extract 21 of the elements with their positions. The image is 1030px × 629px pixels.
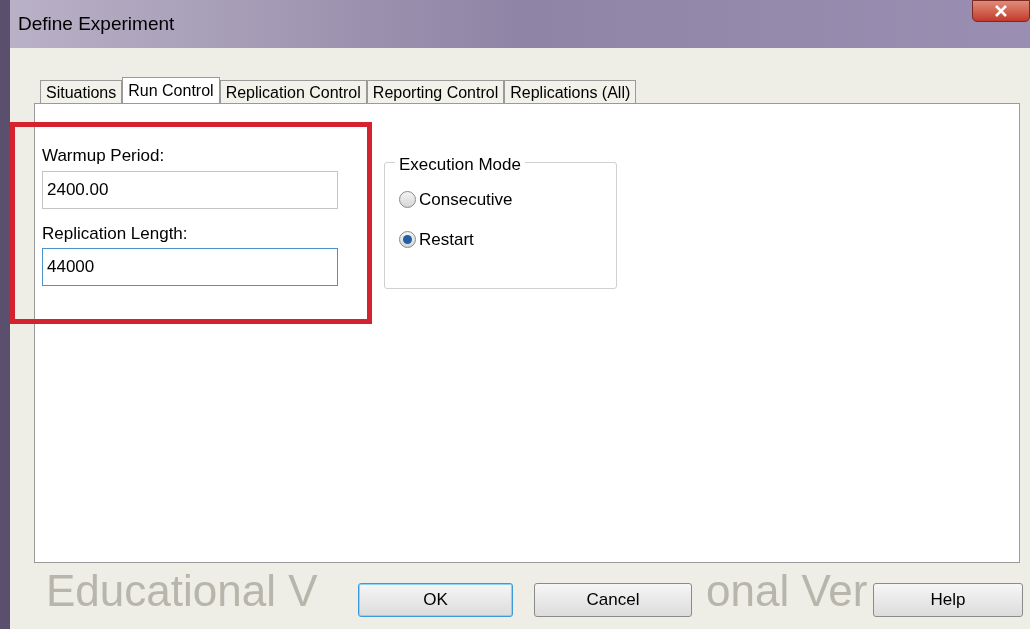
field-label: Warmup Period:	[42, 145, 166, 167]
ok-button[interactable]: OK	[358, 583, 513, 617]
field-label: Replication Length:	[42, 222, 189, 245]
radio-option[interactable]: Restart	[399, 226, 616, 252]
tab[interactable]: Replication Control	[219, 80, 367, 103]
watermark-text: Educational V	[46, 569, 318, 613]
dialog-button[interactable]: Cancel	[534, 583, 692, 617]
tab[interactable]: Run Control	[122, 77, 220, 104]
close-icon	[994, 5, 1008, 17]
tab[interactable]: Reporting Control	[366, 80, 505, 103]
radio-option[interactable]: Consecutive	[399, 187, 616, 213]
dialog-button[interactable]: Help	[873, 583, 1023, 617]
radio-button[interactable]	[399, 230, 416, 248]
watermark-text: onal Ver	[706, 569, 868, 613]
close-button[interactable]	[972, 0, 1030, 22]
input-field[interactable]: 44000	[42, 248, 338, 286]
window-title: Define Experiment	[18, 11, 175, 36]
radio-button[interactable]	[399, 191, 416, 209]
tab[interactable]: Replications (All)	[504, 80, 637, 103]
tab[interactable]: Situations	[40, 80, 123, 103]
input-field[interactable]: 2400.00	[42, 170, 338, 209]
